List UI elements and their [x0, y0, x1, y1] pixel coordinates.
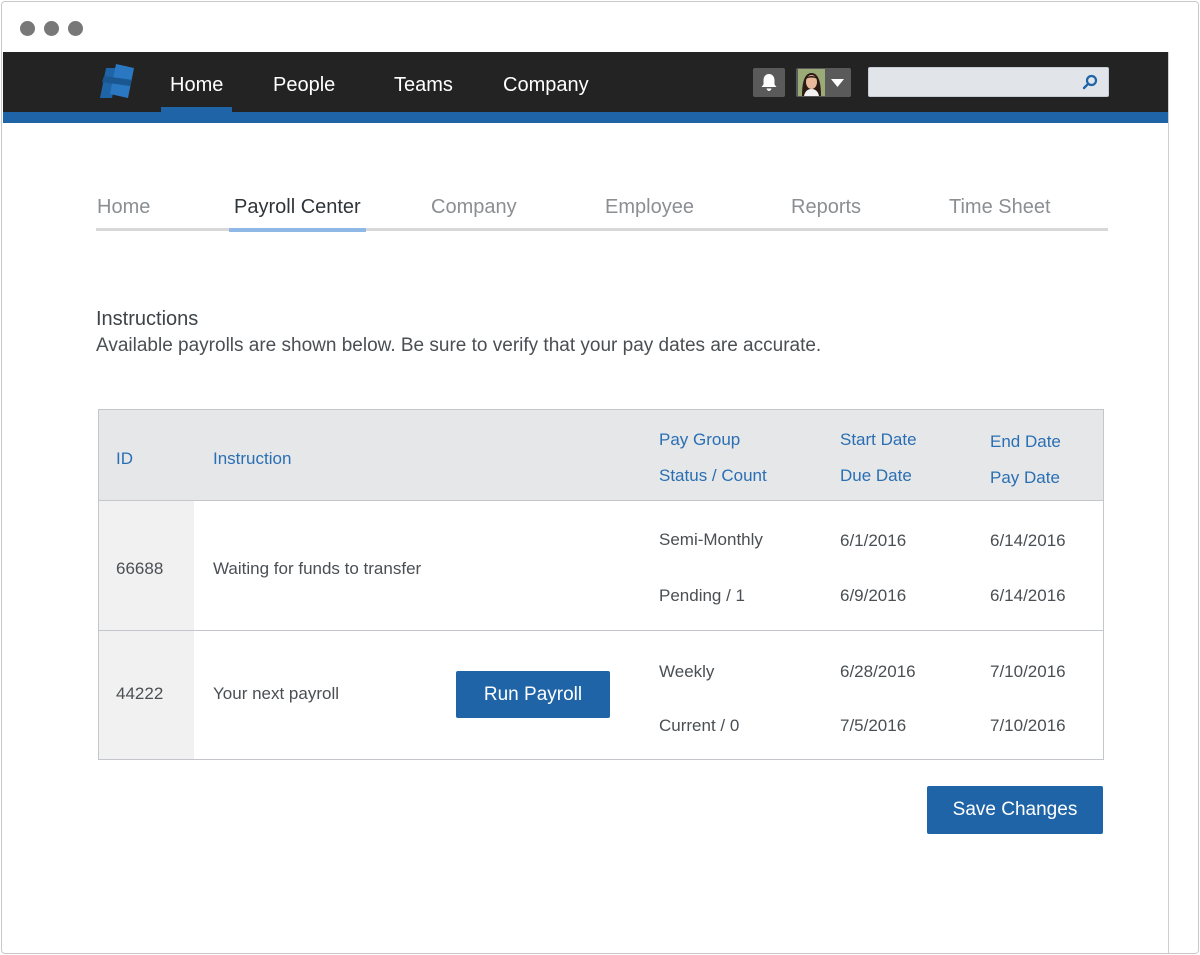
- header-pay-group[interactable]: Pay Group: [659, 430, 740, 450]
- instructions-text: Available payrolls are shown below. Be s…: [96, 335, 822, 356]
- header-status-count[interactable]: Status / Count: [659, 466, 767, 486]
- topnav-item-people[interactable]: People: [273, 52, 335, 112]
- table-row[interactable]: 66688 Waiting for funds to transfer Semi…: [99, 501, 1103, 631]
- tab-reports[interactable]: Reports: [791, 196, 861, 219]
- table-row[interactable]: 44222 Your next payroll Run Payroll Week…: [99, 631, 1103, 759]
- row-status-count: Pending / 1: [659, 586, 746, 605]
- row-pay-date: 6/14/2016: [990, 586, 1066, 605]
- secondary-tabs: Home Payroll Center Company Employee Rep…: [96, 188, 1108, 232]
- row-due-date: 6/9/2016: [840, 586, 907, 605]
- user-avatar: [798, 69, 825, 96]
- window-controls: [20, 21, 83, 36]
- row-due-date: 7/5/2016: [840, 716, 907, 735]
- search-input[interactable]: [868, 67, 1109, 97]
- header-start-date[interactable]: Start Date: [840, 430, 917, 450]
- row-instruction: Waiting for funds to transfer: [213, 559, 422, 578]
- header-instruction[interactable]: Instruction: [213, 449, 291, 469]
- tab-home[interactable]: Home: [97, 196, 150, 219]
- row-pay-group: Weekly: [659, 662, 715, 681]
- row-pay-date: 7/10/2016: [990, 716, 1066, 735]
- table-header: ID Instruction Pay Group Status / Count …: [99, 410, 1103, 501]
- instructions-title: Instructions: [96, 308, 199, 330]
- tab-time-sheet[interactable]: Time Sheet: [949, 196, 1051, 219]
- page-scrollbar[interactable]: [1168, 52, 1198, 953]
- window-maximize-dot[interactable]: [68, 21, 83, 36]
- top-navigation-bar: Home People Teams Company: [3, 52, 1168, 112]
- row-pay-group: Semi-Monthly: [659, 530, 763, 549]
- brand-logo-icon[interactable]: [96, 64, 138, 102]
- topnav-accent-stripe: [3, 112, 1168, 123]
- window-close-dot[interactable]: [20, 21, 35, 36]
- bell-icon: [761, 74, 777, 91]
- window-minimize-dot[interactable]: [44, 21, 59, 36]
- header-id[interactable]: ID: [116, 449, 133, 469]
- row-start-date: 6/1/2016: [840, 531, 907, 550]
- header-end-date[interactable]: End Date: [990, 432, 1061, 452]
- row-end-date: 6/14/2016: [990, 531, 1066, 550]
- row-end-date: 7/10/2016: [990, 662, 1066, 681]
- topnav-item-company[interactable]: Company: [503, 52, 589, 112]
- header-pay-date[interactable]: Pay Date: [990, 468, 1060, 488]
- row-instruction: Your next payroll: [213, 684, 340, 703]
- payroll-table: ID Instruction Pay Group Status / Count …: [98, 409, 1104, 760]
- topnav-item-teams[interactable]: Teams: [394, 52, 453, 112]
- chevron-down-icon: [831, 79, 844, 87]
- tab-company[interactable]: Company: [431, 196, 517, 219]
- topnav-item-home[interactable]: Home: [160, 52, 233, 112]
- run-payroll-button[interactable]: Run Payroll: [456, 671, 610, 718]
- row-id: 44222: [116, 684, 164, 703]
- tab-payroll-center[interactable]: Payroll Center: [229, 196, 366, 232]
- row-id: 66688: [116, 559, 164, 578]
- user-menu-button[interactable]: [796, 68, 851, 97]
- header-due-date[interactable]: Due Date: [840, 466, 912, 486]
- save-changes-button[interactable]: Save Changes: [927, 786, 1103, 834]
- row-status-count: Current / 0: [659, 716, 740, 735]
- search-icon[interactable]: [1082, 74, 1098, 90]
- row-start-date: 6/28/2016: [840, 662, 916, 681]
- browser-window: Home People Teams Company Home Payroll C…: [1, 1, 1199, 954]
- tab-employee[interactable]: Employee: [605, 196, 694, 219]
- notifications-button[interactable]: [753, 68, 785, 97]
